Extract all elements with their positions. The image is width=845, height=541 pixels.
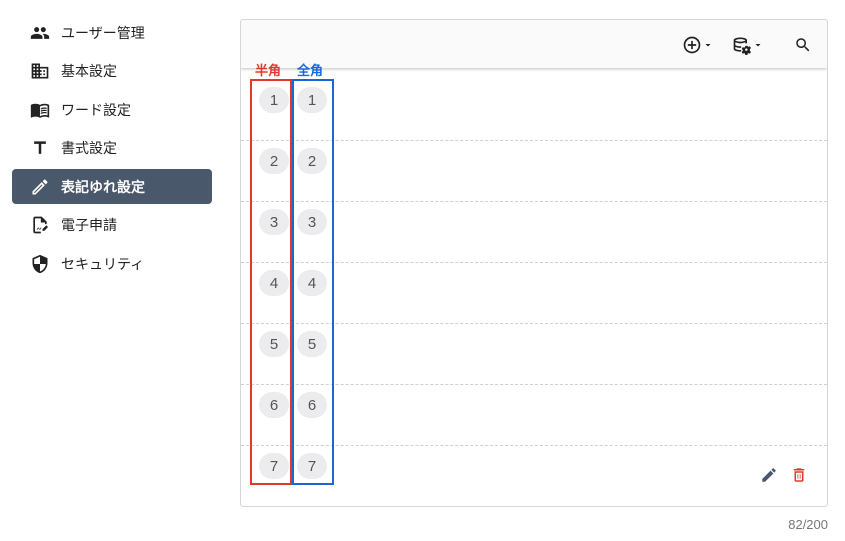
pencil-icon xyxy=(762,468,776,482)
sidebar-item-e-application[interactable]: 電子申請 xyxy=(12,208,212,243)
plus-circle-icon xyxy=(683,36,701,54)
sidebar-item-basic-settings[interactable]: 基本設定 xyxy=(12,54,212,89)
toolbar xyxy=(241,20,827,68)
sidebar: ユーザー管理 基本設定 ワード設定 書式設定 表記ゆれ設定 電子申請 セキュリテ… xyxy=(12,15,212,285)
database-settings-dropdown-button[interactable] xyxy=(732,34,764,56)
sidebar-item-variant-settings[interactable]: 表記ゆれ設定 xyxy=(12,169,212,204)
search-button[interactable] xyxy=(794,34,812,56)
text-format-icon xyxy=(30,138,50,158)
sidebar-item-label: ワード設定 xyxy=(61,102,131,119)
sidebar-item-label: 書式設定 xyxy=(61,141,117,157)
sidebar-item-format-settings[interactable]: 書式設定 xyxy=(12,131,212,166)
delete-button[interactable] xyxy=(789,465,809,485)
half-width-highlight-box xyxy=(250,79,292,485)
full-width-highlight-box xyxy=(292,79,334,485)
edit-button[interactable] xyxy=(759,465,779,485)
sidebar-item-users[interactable]: ユーザー管理 xyxy=(12,15,212,50)
users-icon xyxy=(30,23,50,43)
search-icon xyxy=(796,38,810,52)
sidebar-item-label: 電子申請 xyxy=(61,218,117,234)
caret-down-icon xyxy=(755,44,761,47)
add-dropdown-button[interactable] xyxy=(682,34,714,56)
database-gear-icon xyxy=(733,37,751,55)
book-icon xyxy=(30,100,50,120)
sidebar-item-security[interactable]: セキュリティ xyxy=(12,246,212,281)
building-icon xyxy=(30,61,50,81)
full-width-annotation: 全角 xyxy=(297,64,324,79)
shield-icon xyxy=(30,254,50,274)
sidebar-item-label: セキュリティ xyxy=(61,256,145,273)
sidebar-item-label: 表記ゆれ設定 xyxy=(61,179,145,196)
document-sign-icon xyxy=(30,215,50,235)
item-counter: 82/200 xyxy=(788,517,828,532)
sidebar-item-word-settings[interactable]: ワード設定 xyxy=(12,92,212,127)
sidebar-item-label: ユーザー管理 xyxy=(61,25,145,42)
pencil-icon xyxy=(30,177,50,197)
sidebar-item-label: 基本設定 xyxy=(61,64,117,80)
caret-down-icon xyxy=(705,44,711,47)
row-actions xyxy=(759,465,809,485)
trash-icon xyxy=(793,468,805,482)
half-width-annotation: 半角 xyxy=(255,64,282,79)
